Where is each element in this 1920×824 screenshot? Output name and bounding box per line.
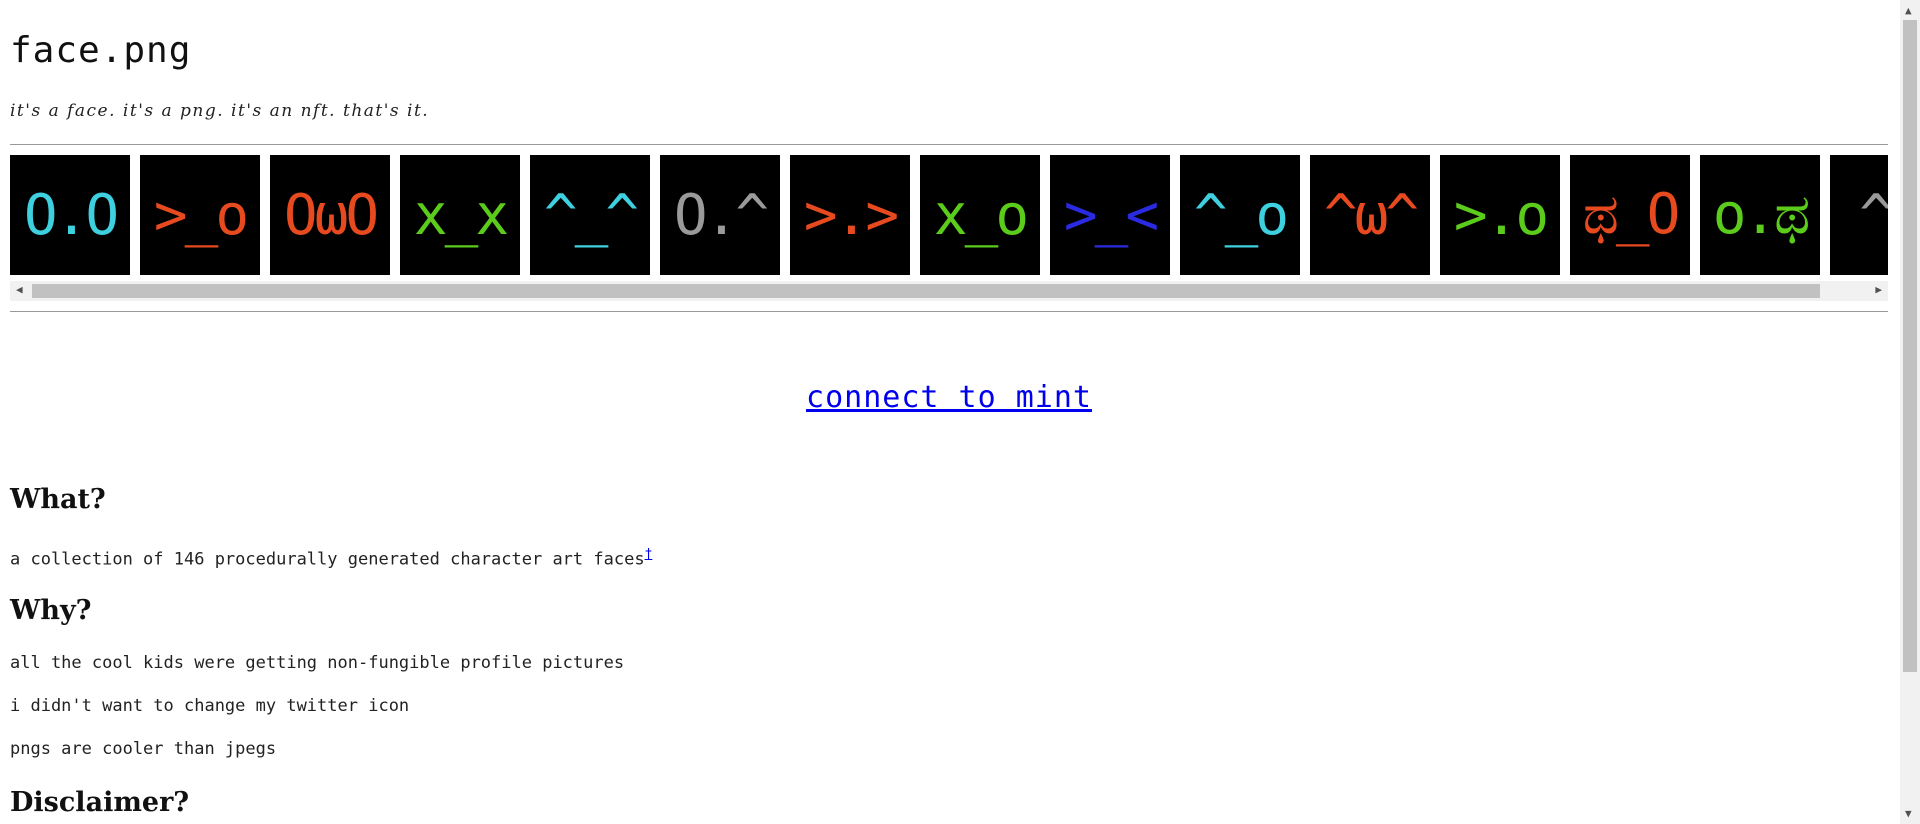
face-tile[interactable]: O.^ [660,155,780,275]
face-gallery[interactable]: O.O >_o OωO x_x ^_^ O.^ >.> x_o >_< ^_o ^ω^ >.o ಥ_O o… [10,155,1888,301]
why-line-1: all the cool kids were getting non-fungi… [10,653,625,673]
scroll-right-icon[interactable]: ▶ [1875,283,1882,296]
why-line-2: i didn't want to change my twitter icon [10,696,410,716]
horizontal-scrollbar[interactable]: ◀ ▶ [10,281,1888,301]
face-tile[interactable]: x_o [920,155,1040,275]
scrollbar-thumb[interactable] [32,284,1820,298]
what-description: a collection of 146 procedurally generat… [10,549,645,570]
face-strip: O.O >_o OωO x_x ^_^ O.^ >.> x_o >_< ^_o ^ω^ >.o ಥ_O o… [10,155,1888,275]
disclaimer-heading: Disclaimer? [10,787,190,818]
vertical-scrollbar-thumb[interactable] [1903,20,1917,672]
face-tile[interactable]: >_< [1050,155,1170,275]
connect-link-label[interactable]: connect to mint [806,380,1092,415]
face-tile[interactable]: OωO [270,155,390,275]
face-tile[interactable]: ^. [1830,155,1888,275]
scroll-up-icon[interactable]: ▲ [1905,4,1912,17]
scroll-down-icon[interactable]: ▼ [1905,807,1912,820]
what-text: a collection of 146 procedurally generat… [10,546,652,570]
page-subtitle: it's a face. it's a png. it's an nft. th… [10,101,430,121]
what-heading: What? [10,484,106,515]
face-tile[interactable]: ^ω^ [1310,155,1430,275]
face-tile[interactable]: O.O [10,155,130,275]
why-line-3: pngs are cooler than jpegs [10,739,277,759]
face-tile[interactable]: ಥ_O [1570,155,1690,275]
bottom-divider [10,311,1888,312]
face-tile[interactable]: >.> [790,155,910,275]
why-heading: Why? [10,595,92,626]
scroll-left-icon[interactable]: ◀ [16,283,23,296]
face-tile[interactable]: ^_^ [530,155,650,275]
face-tile[interactable]: x_x [400,155,520,275]
face-tile[interactable]: ^_o [1180,155,1300,275]
connect-to-mint-link[interactable]: connect to mint [10,380,1888,415]
face-tile[interactable]: >_o [140,155,260,275]
page-title: face.png [10,30,192,71]
vertical-scrollbar[interactable]: ▲ ▼ [1900,0,1920,824]
face-tile[interactable]: o.ಥ [1700,155,1820,275]
face-tile[interactable]: >.o [1440,155,1560,275]
footnote-link[interactable]: † [645,547,653,562]
top-divider [10,144,1888,145]
